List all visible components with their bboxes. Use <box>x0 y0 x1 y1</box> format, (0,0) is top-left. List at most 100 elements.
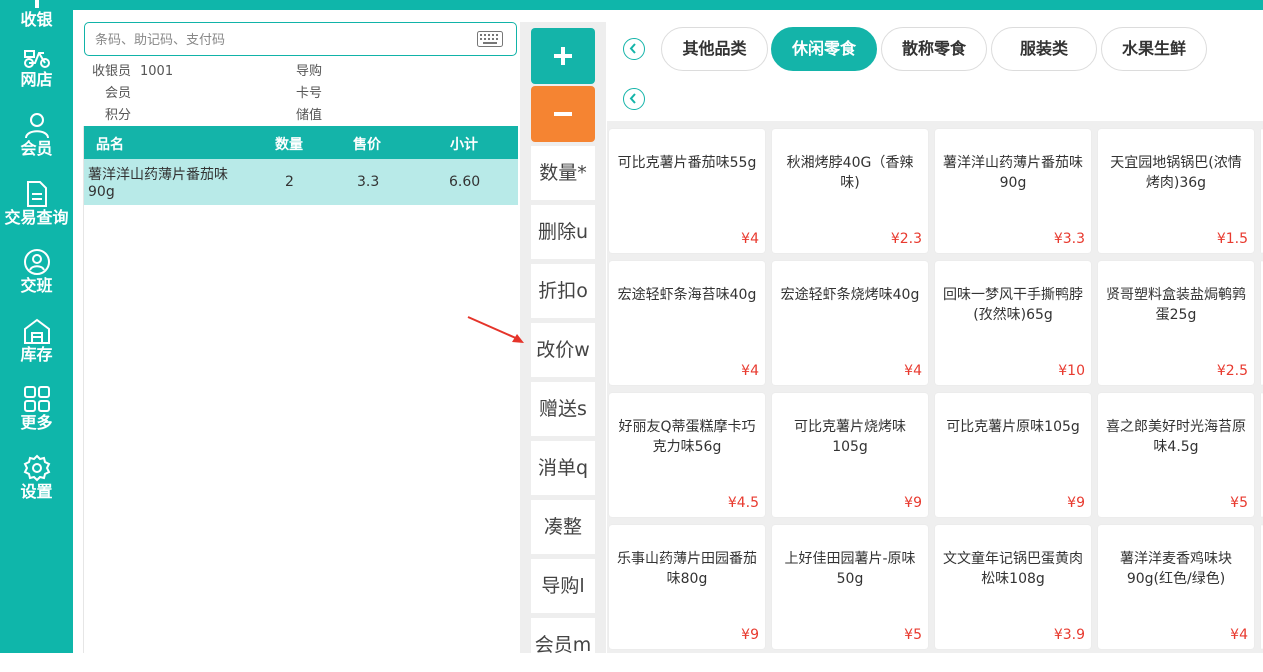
product-card[interactable]: 薯洋洋山药薄片番茄味90g ¥3.3 <box>935 129 1091 253</box>
delete-button[interactable]: 删除u <box>531 205 595 259</box>
product-name: 上好佳田园薯片-原味50g <box>784 551 916 587</box>
product-card[interactable]: 薯洋洋麦香鸡味块90g(红色/绿色) ¥4 <box>1098 525 1254 649</box>
product-name: 薯洋洋麦香鸡味块90g(红色/绿色) <box>1120 551 1232 587</box>
product-card[interactable]: 宏途轻虾条烧烤味40g ¥4 <box>772 261 928 385</box>
item-subtotal: 6.60 <box>449 174 481 190</box>
product-card[interactable]: 天宜园地锅锅巴(浓情烤肉)36g ¥1.5 <box>1098 129 1254 253</box>
product-card[interactable]: 宏途轻虾条海苔味40g ¥4 <box>609 261 765 385</box>
product-card[interactable]: 贤哥塑料盒装盐焗鹌鹑蛋25g ¥2.5 <box>1098 261 1254 385</box>
product-name: 天宜园地锅锅巴(浓情烤肉)36g <box>1110 155 1242 191</box>
product-name: 秋湘烤脖40G（香辣味) <box>786 155 914 191</box>
sidebar-item-online-store[interactable]: 网店 <box>0 44 73 100</box>
sidebar-item-more[interactable]: 更多 <box>0 385 73 441</box>
product-card[interactable]: 上好佳田园薯片-原味50g ¥5 <box>772 525 928 649</box>
product-name: 好丽友Q蒂蛋糕摩卡巧克力味56g <box>618 419 756 455</box>
product-card[interactable]: 可比克薯片烧烤味105g ¥9 <box>772 393 928 517</box>
subtract-quantity-button[interactable] <box>531 86 595 142</box>
product-card[interactable]: 文文童年记锅巴蛋黄肉松味108g ¥3.9 <box>935 525 1091 649</box>
sidebar-item-transactions[interactable]: 交易查询 <box>0 180 73 236</box>
product-price: ¥4.5 <box>727 495 759 511</box>
product-card[interactable]: 可比克薯片番茄味55g ¥4 <box>609 129 765 253</box>
cancel-order-button[interactable]: 消单q <box>531 441 595 495</box>
member-button[interactable]: 会员m <box>531 618 595 672</box>
product-name: 喜之郎美好时光海苔原味4.5g <box>1106 419 1246 455</box>
grid-icon <box>23 386 50 412</box>
points-label: 积分 <box>105 108 132 123</box>
person-icon <box>24 113 49 139</box>
round-off-button[interactable]: 凑整 <box>531 500 595 554</box>
item-price: 3.3 <box>357 174 380 190</box>
keyboard-icon[interactable] <box>477 31 503 47</box>
sidebar-item-label: 收银 <box>20 10 53 29</box>
quantity-button[interactable]: 数量* <box>531 146 595 200</box>
col-price-header: 售价 <box>353 137 381 153</box>
product-name: 可比克薯片原味105g <box>946 419 1080 435</box>
product-name: 可比克薯片烧烤味105g <box>794 419 906 455</box>
change-price-button[interactable]: 改价w <box>531 323 595 377</box>
col-qty-header: 数量 <box>275 137 303 153</box>
product-price: ¥4 <box>741 363 759 379</box>
product-card[interactable]: 喜之郎美好时光海苔原味4.5g ¥5 <box>1098 393 1254 517</box>
tab-snacks[interactable]: 休闲零食 <box>771 27 877 71</box>
search-input[interactable] <box>95 30 465 50</box>
product-price: ¥3.9 <box>1053 627 1085 643</box>
item-name-cont: 90g <box>88 184 115 200</box>
product-price: ¥9 <box>1067 495 1085 511</box>
product-price: ¥4 <box>1230 627 1248 643</box>
item-name: 薯洋洋山药薄片番茄味 <box>88 167 228 183</box>
product-card[interactable]: 乐事山药薄片田园番茄味80g ¥9 <box>609 525 765 649</box>
add-quantity-button[interactable] <box>531 28 595 84</box>
tab-clothing[interactable]: 服装类 <box>991 27 1097 71</box>
product-name: 乐事山药薄片田园番茄味80g <box>617 551 757 587</box>
sidebar-item-shift[interactable]: 交班 <box>0 248 73 304</box>
product-price: ¥4 <box>904 363 922 379</box>
product-name: 文文童年记锅巴蛋黄肉松味108g <box>943 551 1083 587</box>
product-price: ¥9 <box>904 495 922 511</box>
sidebar-item-label: 网店 <box>20 70 53 89</box>
sidebar-item-member[interactable]: 会员 <box>0 111 73 167</box>
cashier-value: 1001 <box>140 64 174 79</box>
category-prev-button[interactable] <box>623 38 645 60</box>
product-name: 宏途轻虾条海苔味40g <box>617 287 757 303</box>
table-row[interactable]: 薯洋洋山药薄片番茄味 90g 2 3.3 6.60 <box>84 159 518 205</box>
product-name: 薯洋洋山药薄片番茄味90g <box>943 155 1083 191</box>
col-name-header: 品名 <box>96 137 124 153</box>
gear-icon <box>23 454 50 482</box>
product-card[interactable]: 好丽友Q蒂蛋糕摩卡巧克力味56g ¥4.5 <box>609 393 765 517</box>
product-card[interactable]: 回味一梦风干手撕鸭脖(孜然味)65g ¥10 <box>935 261 1091 385</box>
guide-label: 导购 <box>296 64 323 79</box>
sidebar-item-cashier[interactable]: 收银 <box>0 0 73 32</box>
stored-value-label: 储值 <box>296 108 323 123</box>
gift-button[interactable]: 赠送s <box>531 382 595 436</box>
product-name: 贤哥塑料盒装盐焗鹌鹑蛋25g <box>1106 287 1246 323</box>
tab-bulk-snacks[interactable]: 散称零食 <box>881 27 987 71</box>
guide-button[interactable]: 导购l <box>531 559 595 613</box>
product-card[interactable]: 秋湘烤脖40G（香辣味) ¥2.3 <box>772 129 928 253</box>
sidebar-item-inventory[interactable]: 库存 <box>0 317 73 373</box>
card-label: 卡号 <box>296 86 323 101</box>
product-price: ¥4 <box>741 231 759 247</box>
product-price: ¥3.3 <box>1053 231 1085 247</box>
discount-button[interactable]: 折扣o <box>531 264 595 318</box>
sidebar-item-label: 更多 <box>20 413 53 432</box>
search-box <box>84 22 517 56</box>
category-row-prev-button[interactable] <box>623 88 645 110</box>
cashier-icon <box>34 0 39 8</box>
sidebar-item-settings[interactable]: 设置 <box>0 454 73 510</box>
sidebar-item-label: 设置 <box>20 482 53 501</box>
product-name: 宏途轻虾条烧烤味40g <box>780 287 920 303</box>
product-price: ¥1.5 <box>1216 231 1248 247</box>
top-bar <box>73 0 1263 10</box>
tab-fresh-fruit[interactable]: 水果生鲜 <box>1101 27 1207 71</box>
product-price: ¥9 <box>741 627 759 643</box>
product-price: ¥5 <box>904 627 922 643</box>
cashier-label: 收银员 <box>92 64 132 79</box>
tab-other[interactable]: 其他品类 <box>661 27 768 71</box>
chevron-left-icon <box>629 43 636 54</box>
product-card[interactable]: 可比克薯片原味105g ¥9 <box>935 393 1091 517</box>
shift-icon <box>23 249 50 275</box>
member-label: 会员 <box>105 86 132 101</box>
item-qty: 2 <box>285 174 294 190</box>
product-price: ¥10 <box>1058 363 1085 379</box>
col-subtotal-header: 小计 <box>450 137 478 153</box>
